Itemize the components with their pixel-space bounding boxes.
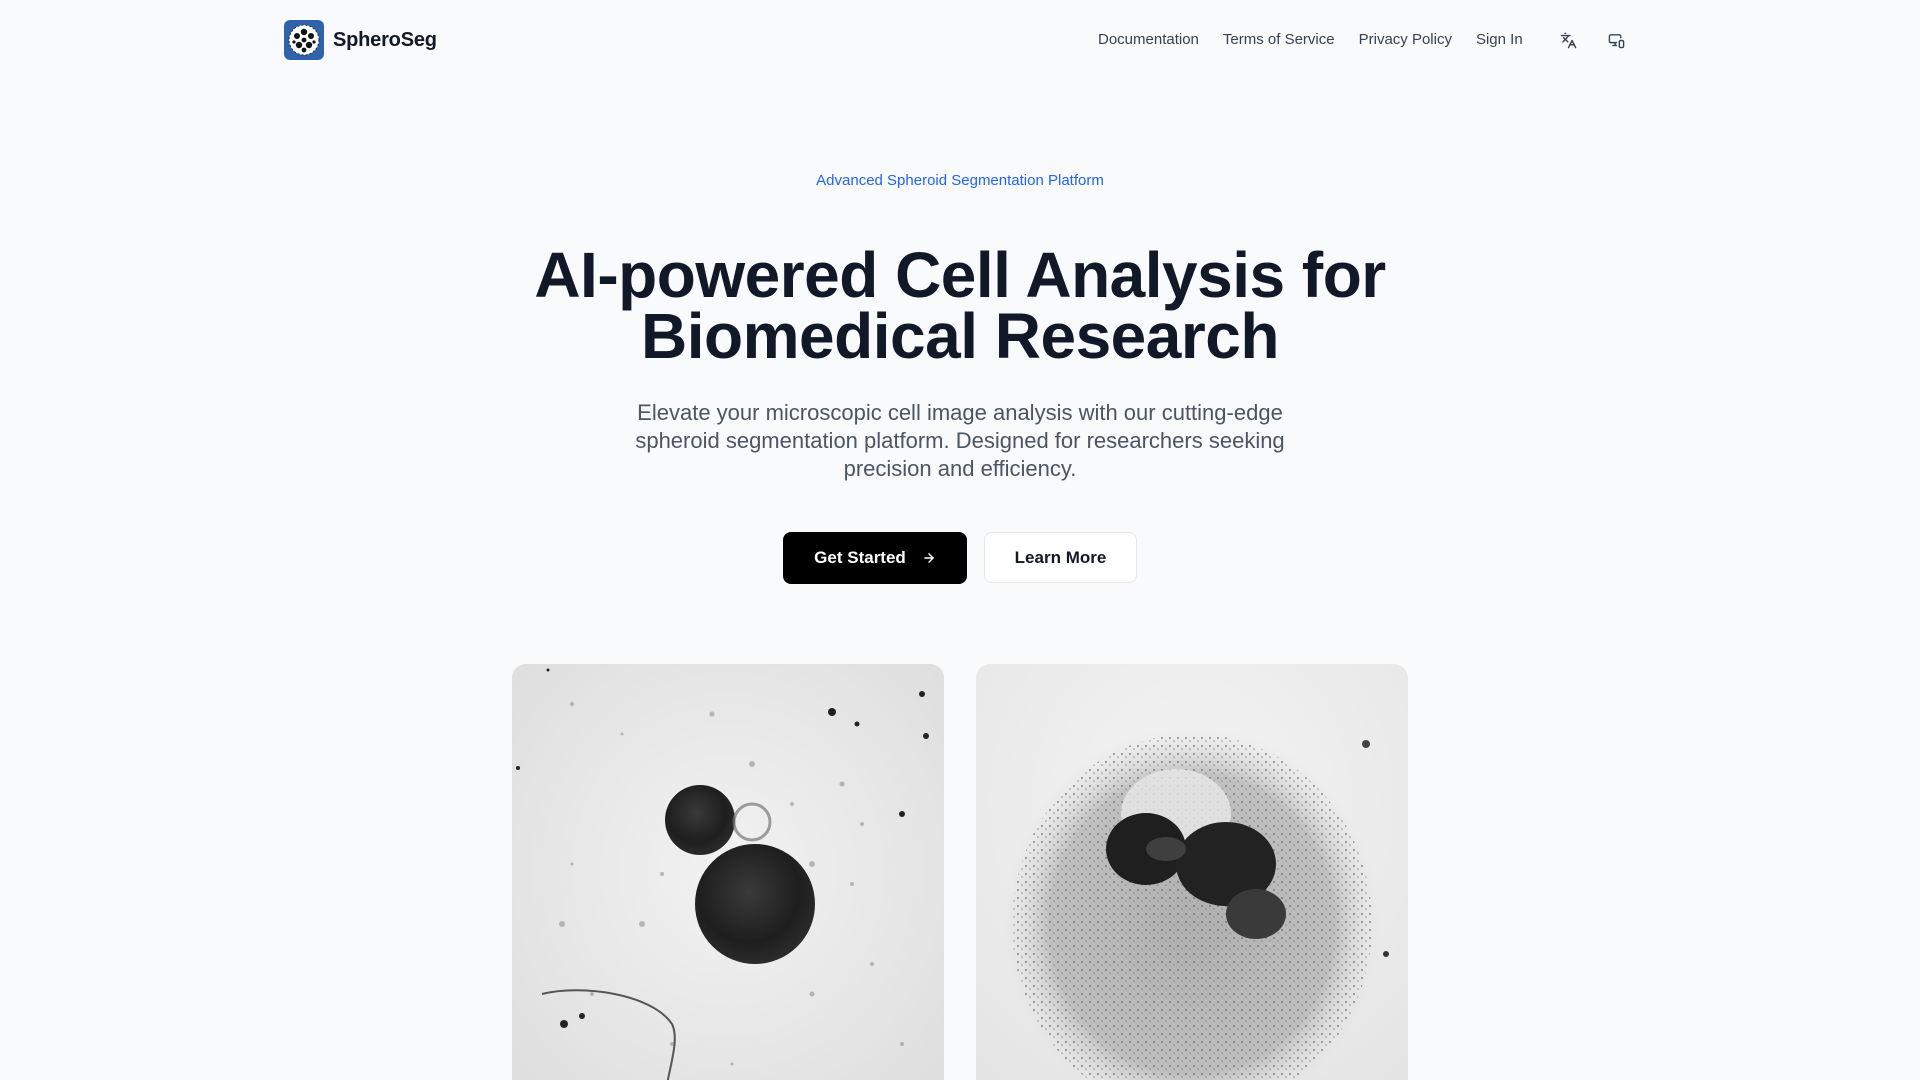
spheroid-image-right [976, 664, 1408, 1080]
get-started-button[interactable]: Get Started [783, 532, 967, 584]
nav-link-privacy[interactable]: Privacy Policy [1359, 28, 1452, 52]
nav-link-sign-in[interactable]: Sign In [1476, 28, 1523, 52]
hero-title: AI-powered Cell Analysis for Biomedical … [0, 239, 1920, 372]
hero-title-line-2: Biomedical Research [641, 300, 1279, 372]
brand-name: SpheroSeg [333, 28, 437, 51]
brand-home-link[interactable]: SpheroSeg [284, 20, 437, 60]
spheroid-micrograph-left [512, 664, 944, 1080]
main-nav: Documentation Terms of Service Privacy P… [1098, 28, 1523, 52]
hero-subtitle: Elevate your microscopic cell image anal… [635, 400, 1285, 481]
cta-row: Get Started Learn More [0, 532, 1920, 584]
theme-toggle-button[interactable] [1600, 24, 1632, 56]
spheroseg-logo-icon [284, 20, 324, 60]
learn-more-button[interactable]: Learn More [984, 532, 1137, 583]
site-header: SpheroSeg Documentation Terms of Service… [0, 0, 1920, 80]
landing-page: SpheroSeg Documentation Terms of Service… [0, 0, 1920, 1080]
hero-eyebrow: Advanced Spheroid Segmentation Platform [816, 172, 1104, 189]
spheroid-image-left [512, 664, 944, 1080]
get-started-label: Get Started [814, 548, 906, 567]
hero-title-line-1: AI-powered Cell Analysis for [534, 239, 1386, 311]
theme-toggle-icon [1608, 33, 1624, 48]
learn-more-label: Learn More [1014, 547, 1107, 567]
spheroid-micrograph-right [976, 664, 1408, 1080]
nav-link-documentation[interactable]: Documentation [1098, 28, 1199, 52]
nav-link-terms[interactable]: Terms of Service [1223, 28, 1335, 52]
arrow-right-icon [924, 553, 934, 563]
language-switcher-button[interactable] [1552, 24, 1584, 56]
translate-icon [1560, 32, 1576, 48]
